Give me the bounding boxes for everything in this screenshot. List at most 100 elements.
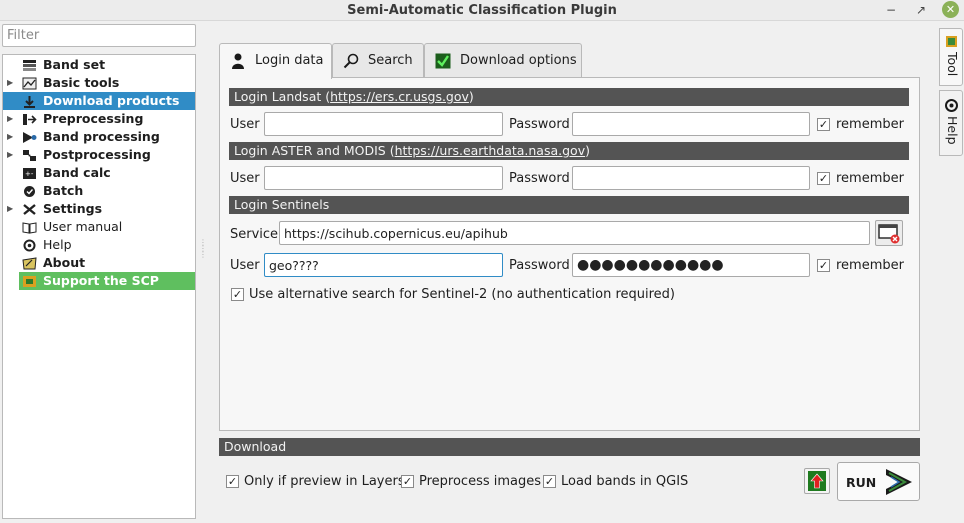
landsat-remember-checkbox[interactable]: ✓ xyxy=(817,118,830,131)
sidebar-item-download-products[interactable]: Download products xyxy=(3,92,195,110)
maximize-button[interactable]: ↗ xyxy=(912,1,930,19)
side-tab-label: Tool xyxy=(945,52,960,77)
side-tab-tool[interactable]: Tool xyxy=(939,28,963,86)
expand-arrow-icon[interactable]: ▶ xyxy=(7,128,13,146)
sidebar-item-preprocessing[interactable]: ▶ Preprocessing xyxy=(3,110,195,128)
settings-icon xyxy=(21,202,37,216)
header-text: ) xyxy=(585,143,590,158)
preprocessing-icon xyxy=(21,112,37,126)
sidebar-item-label: Help xyxy=(43,237,72,252)
expand-arrow-icon[interactable]: ▶ xyxy=(7,110,13,128)
landsat-user-label: User xyxy=(230,117,260,132)
landsat-url[interactable]: https://ers.cr.usgs.gov xyxy=(330,89,469,104)
sentinel-remember-checkbox[interactable]: ✓ xyxy=(817,259,830,272)
alt-search-checkbox[interactable]: ✓ xyxy=(231,288,244,301)
aster-user-label: User xyxy=(230,171,260,186)
sentinel-user-label: User xyxy=(230,258,260,273)
alt-search-label: Use alternative search for Sentinel-2 (n… xyxy=(249,287,675,302)
tab-search[interactable]: Search xyxy=(332,43,424,78)
service-label: Service xyxy=(230,227,279,242)
filter-input[interactable] xyxy=(2,24,196,47)
sidebar-item-label: Band set xyxy=(43,57,106,72)
svg-text:+-: +- xyxy=(25,170,34,178)
sentinels-login-header: Login Sentinels xyxy=(229,196,909,214)
reset-service-icon xyxy=(878,224,900,244)
postprocessing-icon xyxy=(21,148,37,162)
about-icon xyxy=(21,256,37,270)
service-url-input[interactable] xyxy=(279,221,870,245)
close-button[interactable]: ✕ xyxy=(942,1,959,18)
aster-remember-label: remember xyxy=(836,171,904,186)
sentinel-remember-label: remember xyxy=(836,258,904,273)
sidebar-item-basic-tools[interactable]: ▶ Basic tools xyxy=(3,74,195,92)
support-icon xyxy=(21,274,37,288)
splitter-handle[interactable]: ⋮ ⋮ ⋮ xyxy=(199,239,207,264)
tab-login-data[interactable]: Login data xyxy=(219,43,332,79)
minimize-button[interactable]: − xyxy=(882,1,900,19)
sentinel-user-input[interactable] xyxy=(264,253,503,277)
sidebar-item-band-set[interactable]: Band set xyxy=(3,56,195,74)
title-bar: Semi-Automatic Classification Plugin − ↗… xyxy=(0,0,964,21)
tab-download-options[interactable]: Download options xyxy=(424,43,582,78)
run-button[interactable]: RUN xyxy=(837,462,920,501)
sidebar-item-label: About xyxy=(43,255,86,270)
band-set-icon xyxy=(21,58,37,72)
sidebar-item-label: Postprocessing xyxy=(43,147,151,162)
export-arrow-icon xyxy=(808,471,826,491)
tool-icon xyxy=(946,36,957,47)
earthdata-url[interactable]: https://urs.earthdata.nasa.gov xyxy=(395,143,586,158)
sidebar-item-user-manual[interactable]: User manual xyxy=(3,218,195,236)
landsat-password-input[interactable] xyxy=(572,112,810,136)
user-icon xyxy=(230,53,246,69)
checkmark-icon xyxy=(435,53,451,69)
sidebar-item-batch[interactable]: Batch xyxy=(3,182,195,200)
sidebar-item-band-calc[interactable]: +- Band calc xyxy=(3,164,195,182)
landsat-user-input[interactable] xyxy=(264,112,503,136)
load-bands-checkbox[interactable]: ✓ xyxy=(543,475,556,488)
expand-arrow-icon[interactable]: ▶ xyxy=(7,74,13,92)
sidebar-item-label: Download products xyxy=(43,93,180,108)
aster-user-input[interactable] xyxy=(264,166,503,190)
aster-remember-checkbox[interactable]: ✓ xyxy=(817,172,830,185)
sentinel-password-input[interactable]: ●●●●●●●●●●●● xyxy=(572,253,810,277)
side-tab-help[interactable]: Help xyxy=(939,90,963,156)
sidebar-item-label: Batch xyxy=(43,183,84,198)
only-preview-checkbox[interactable]: ✓ xyxy=(226,475,239,488)
sidebar-item-label: Basic tools xyxy=(43,75,120,90)
sentinel-password-label: Password xyxy=(509,258,570,273)
sidebar-item-label: Settings xyxy=(43,201,103,216)
load-bands-label: Load bands in QGIS xyxy=(561,474,689,489)
sidebar-item-band-processing[interactable]: ▶ Band processing xyxy=(3,128,195,146)
expand-arrow-icon[interactable]: ▶ xyxy=(7,200,13,218)
tab-label: Download options xyxy=(460,53,577,68)
landsat-remember-label: remember xyxy=(836,117,904,132)
sidebar-item-label: Support the SCP xyxy=(43,273,159,288)
help-icon xyxy=(945,99,958,112)
sidebar-item-postprocessing[interactable]: ▶ Postprocessing xyxy=(3,146,195,164)
sidebar-item-about[interactable]: About xyxy=(3,254,195,272)
header-text: ) xyxy=(468,89,474,104)
sidebar-item-settings[interactable]: ▶ Settings xyxy=(3,200,195,218)
sidebar-item-help[interactable]: Help xyxy=(3,236,195,254)
aster-password-label: Password xyxy=(509,171,570,186)
sidebar-item-support-the-scp[interactable]: Support the SCP xyxy=(19,272,195,290)
preprocess-label: Preprocess images xyxy=(419,474,542,489)
preprocess-checkbox[interactable]: ✓ xyxy=(401,475,414,488)
tab-label: Search xyxy=(368,53,413,68)
run-arrow-icon xyxy=(886,469,912,495)
landsat-password-label: Password xyxy=(509,117,570,132)
batch-icon xyxy=(21,184,37,198)
export-links-button[interactable] xyxy=(804,468,830,494)
sidebar-item-label: Band calc xyxy=(43,165,111,180)
aster-modis-login-header: Login ASTER and MODIS (https://urs.earth… xyxy=(229,142,909,160)
download-header: Download xyxy=(219,438,920,456)
reset-service-button[interactable] xyxy=(875,220,903,246)
tool-tree: Band set ▶ Basic tools Download products ▶ Pr… xyxy=(2,54,196,519)
expand-arrow-icon[interactable]: ▶ xyxy=(7,146,13,164)
band-calc-icon: +- xyxy=(21,166,37,180)
help-icon xyxy=(21,238,37,252)
side-tab-label: Help xyxy=(945,116,960,145)
aster-password-input[interactable] xyxy=(572,166,810,190)
basic-tools-icon xyxy=(21,76,37,90)
sidebar-item-label: Band processing xyxy=(43,129,160,144)
